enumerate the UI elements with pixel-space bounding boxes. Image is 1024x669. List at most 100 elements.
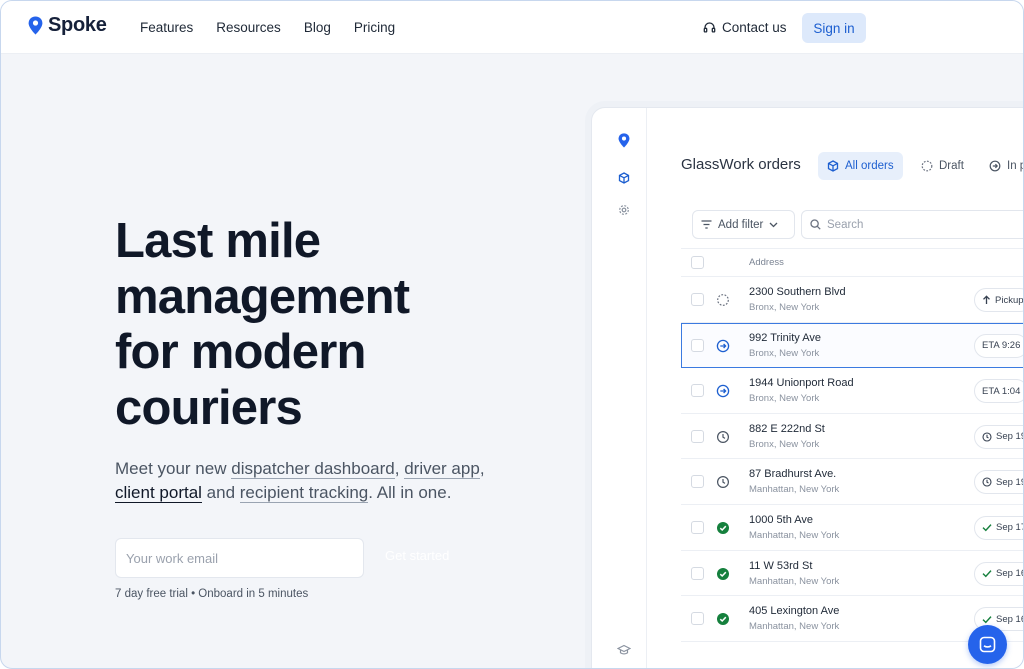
check-circle-icon — [716, 521, 730, 535]
box-icon — [827, 160, 839, 172]
dashed-circle-icon — [716, 293, 730, 307]
arrow-up-icon — [982, 295, 991, 305]
row-city: Manhattan, New York — [749, 575, 840, 587]
nav-features[interactable]: Features — [140, 20, 193, 35]
row-tag-label: ETA 9:26 — [982, 340, 1021, 352]
check-circle-icon — [716, 567, 730, 581]
top-navigation-bar: Spoke Features Resources Blog Pricing Co… — [1, 1, 1023, 54]
row-address: 11 W 53rd St — [749, 559, 813, 572]
row-checkbox[interactable] — [691, 338, 704, 352]
nav-pricing[interactable]: Pricing — [354, 20, 395, 35]
box-icon[interactable] — [618, 171, 630, 189]
trial-note: 7 day free trial • Onboard in 5 minutes — [115, 588, 309, 600]
row-checkbox[interactable] — [691, 293, 704, 306]
hero-title-line: couriers — [115, 380, 303, 435]
tab-label: Draft — [939, 160, 964, 172]
contact-us-label: Contact us — [722, 20, 787, 35]
table-row[interactable]: 11 W 53rd St Manhattan, New York Sep 16 — [681, 551, 1024, 597]
nav-blog[interactable]: Blog — [304, 20, 331, 35]
hero-title-line: for modern — [115, 325, 366, 379]
table-row[interactable]: 882 E 222nd St Bronx, New York Sep 19 — [681, 414, 1024, 460]
recipient-tracking-link[interactable]: recipient tracking — [239, 483, 369, 503]
row-city: Manhattan, New York — [749, 529, 840, 541]
row-tag-label: Sep 16 — [996, 568, 1024, 580]
arrow-circle-icon — [989, 160, 1001, 172]
hero-title: Last mile management for modern couriers — [115, 214, 495, 436]
search-box — [801, 210, 1023, 239]
orders-table: Address 2300 Southern Blvd Bronx, New Yor… — [681, 248, 1024, 642]
app-main-panel: GlassWork orders All orders Draft In p A… — [648, 108, 1024, 668]
tab-all-orders[interactable]: All orders — [818, 152, 903, 180]
row-city: Bronx, New York — [749, 438, 820, 450]
hero-subtitle: Meet your new dispatcher dashboard, driv… — [115, 457, 515, 505]
row-city: Manhattan, New York — [749, 621, 840, 633]
column-address: Address — [749, 257, 784, 268]
row-tag-label: Sep 19 — [996, 431, 1024, 443]
hero-title-line: management — [115, 269, 410, 324]
clock-icon — [716, 475, 730, 489]
clock-icon — [982, 432, 992, 442]
row-checkbox[interactable] — [691, 566, 704, 580]
dispatcher-dashboard-link[interactable]: dispatcher dashboard — [231, 459, 395, 479]
row-address: 405 Lexington Ave — [749, 605, 840, 618]
get-started-button[interactable]: Get started — [385, 548, 449, 563]
sign-in-button[interactable]: Sign in — [802, 13, 866, 43]
row-address: 87 Bradhurst Ave. — [749, 468, 837, 481]
select-all-checkbox[interactable] — [691, 256, 704, 269]
row-status-tag: Sep 19 — [974, 470, 1024, 495]
table-body: 2300 Southern Blvd Bronx, New York Pickup 9… — [681, 277, 1024, 642]
search-input[interactable] — [827, 218, 1023, 231]
check-icon — [982, 523, 992, 532]
table-row[interactable]: 2300 Southern Blvd Bronx, New York Pickup — [681, 277, 1024, 323]
chat-support-button[interactable] — [968, 625, 1007, 664]
dashboard-preview: GlassWork orders All orders Draft In p A… — [591, 107, 1024, 668]
row-address: 992 Trinity Ave — [749, 331, 821, 344]
row-tag-label: Sep 19 — [996, 476, 1024, 488]
row-tag-label: Sep 16 — [996, 613, 1024, 625]
brand-logo[interactable]: Spoke — [28, 14, 107, 37]
hero-sub-text: , — [394, 459, 405, 478]
add-filter-label: Add filter — [718, 218, 764, 231]
orders-title: GlassWork orders — [681, 156, 801, 173]
row-checkbox[interactable] — [691, 384, 704, 398]
table-row[interactable]: 1000 5th Ave Manhattan, New York Sep 17 — [681, 505, 1023, 551]
check-circle-icon — [716, 612, 730, 626]
graduation-cap-icon[interactable] — [616, 643, 632, 661]
driver-app-link[interactable]: driver app — [404, 459, 480, 479]
tab-draft[interactable]: Draft — [912, 152, 973, 180]
contact-us-link[interactable]: Contact us — [703, 20, 787, 35]
row-city: Bronx, New York — [749, 393, 820, 405]
row-city: Bronx, New York — [749, 302, 820, 313]
table-row[interactable]: 992 Trinity Ave Bronx, New York ETA 9:26 — [681, 322, 1023, 369]
arrow-circle-icon — [716, 384, 730, 398]
gear-icon[interactable] — [618, 203, 630, 221]
table-row[interactable]: 1944 Unionport Road Bronx, New York ETA 1:… — [681, 368, 1023, 414]
client-portal-link[interactable]: client portal — [115, 483, 202, 503]
hero-sub-text: Meet your new — [115, 459, 232, 478]
page-frame: Spoke Features Resources Blog Pricing Co… — [0, 0, 1024, 669]
dashed-circle-icon — [921, 160, 933, 172]
hero-sub-text: , — [479, 459, 485, 478]
row-checkbox[interactable] — [691, 475, 704, 489]
check-icon — [982, 569, 992, 578]
row-status-tag: ETA 9:26 — [974, 333, 1023, 358]
chevron-down-icon — [769, 222, 778, 227]
filter-lines-icon — [701, 220, 712, 229]
work-email-input[interactable] — [115, 538, 364, 578]
table-row[interactable]: 87 Bradhurst Ave. Manhattan, New York Sep … — [681, 459, 1024, 505]
chat-icon — [979, 636, 996, 653]
row-checkbox[interactable] — [691, 520, 704, 534]
add-filter-button[interactable]: Add filter — [692, 210, 795, 239]
hero-sub-text: and — [201, 483, 240, 502]
check-icon — [982, 615, 992, 624]
row-checkbox[interactable] — [691, 612, 704, 626]
nav-resources[interactable]: Resources — [216, 20, 281, 35]
table-header: Address — [681, 249, 1023, 277]
hero-title-line: Last mile — [115, 214, 321, 268]
row-checkbox[interactable] — [691, 429, 704, 443]
row-tag-label: Pickup — [995, 294, 1024, 306]
row-address: 1000 5th Ave — [749, 513, 814, 526]
main-nav: Features Resources Blog Pricing — [140, 20, 395, 35]
map-pin-icon[interactable] — [618, 133, 630, 153]
tab-in-progress[interactable]: In p — [980, 152, 1023, 180]
